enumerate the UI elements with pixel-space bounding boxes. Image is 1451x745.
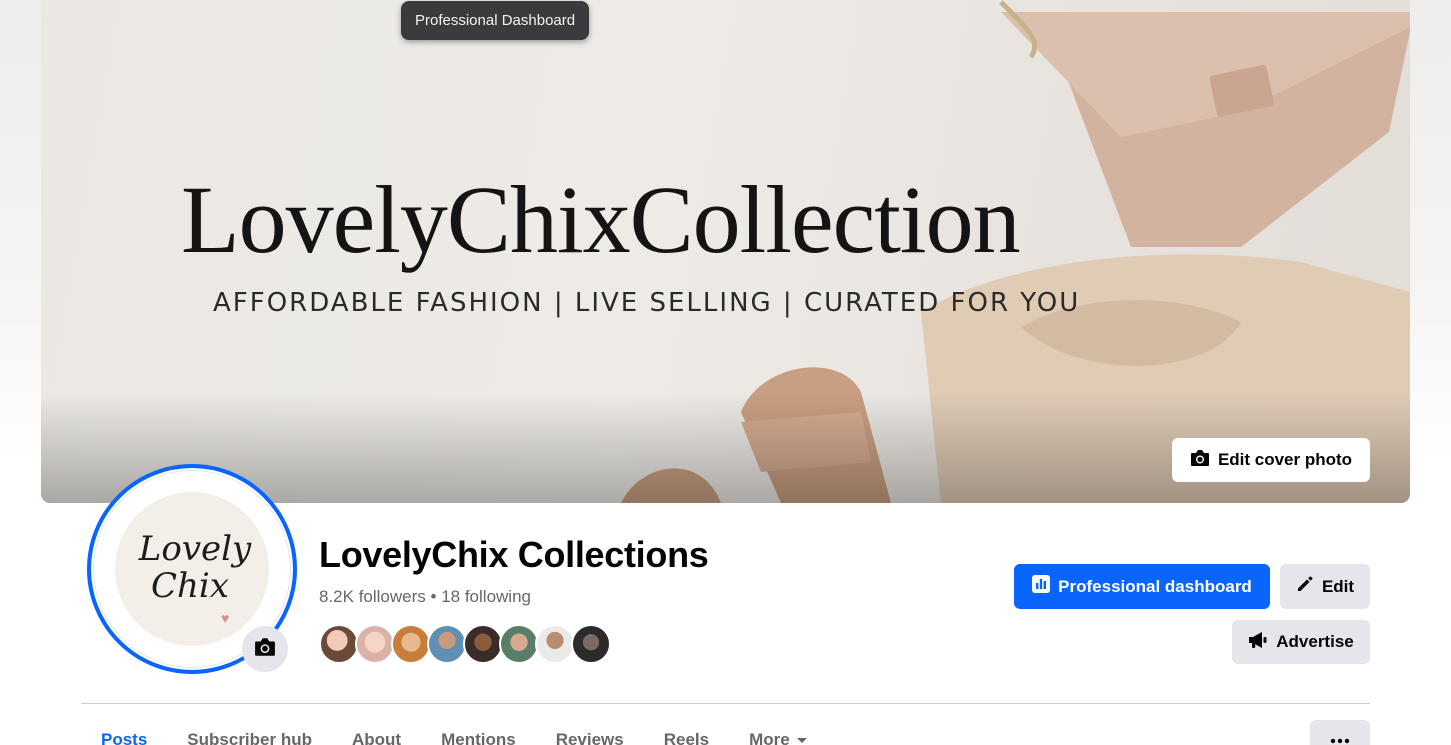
professional-dashboard-button[interactable]: Professional dashboard [1014,564,1270,609]
edit-label: Edit [1321,576,1355,596]
avatar-text-line1: Lovely [138,529,252,569]
follower-avatar[interactable] [427,624,467,664]
edit-cover-label: Edit cover photo [1217,450,1353,469]
follower-avatar[interactable] [391,624,431,664]
advertise-label: Advertise [1276,632,1354,651]
tab-more-label: More [749,730,790,745]
edit-cover-photo-button[interactable]: Edit cover photo [1172,438,1370,482]
page: LovelyChixCollection AFFORDABLE FASHION … [0,0,1451,745]
professional-dashboard-label: Professional dashboard [1058,576,1252,596]
cover-photo[interactable]: LovelyChixCollection AFFORDABLE FASHION … [41,0,1410,503]
ellipsis-icon [1330,731,1350,745]
dashboard-icon [1032,575,1051,598]
avatar: Lovely Chix ♥ [115,492,269,646]
follower-avatar[interactable] [535,624,575,664]
heart-icon: ♥ [221,610,230,626]
tab-about[interactable]: About [332,730,421,745]
camera-icon [1190,449,1210,472]
follower-avatar[interactable] [463,624,503,664]
tab-more[interactable]: More [729,730,828,745]
more-options-button[interactable] [1310,720,1370,745]
avatar-text-line2: Chix [151,566,229,606]
follower-avatar[interactable] [499,624,539,664]
edit-button[interactable]: Edit [1280,564,1370,609]
follow-stats: 8.2K followers • 18 following [319,587,531,607]
advertise-button[interactable]: Advertise [1232,620,1370,664]
follower-avatar[interactable] [355,624,395,664]
follower-avatar[interactable] [571,624,611,664]
tab-posts[interactable]: Posts [81,730,167,745]
follower-avatar[interactable] [319,624,359,664]
profile-divider [81,703,1370,704]
tab-subscriber-hub[interactable]: Subscriber hub [167,730,332,745]
tab-reviews[interactable]: Reviews [536,730,644,745]
followers-link[interactable]: 8.2K followers [319,587,426,606]
update-profile-picture-button[interactable] [242,626,288,672]
tooltip: Professional Dashboard [401,1,590,40]
profile-tabs: Posts Subscriber hub About Mentions Revi… [81,730,828,745]
caret-down-icon [796,730,808,745]
stats-separator: • [430,587,437,606]
following-link[interactable]: 18 following [441,587,531,606]
camera-icon [254,637,276,662]
page-name: LovelyChix Collections [319,534,709,575]
tab-mentions[interactable]: Mentions [421,730,536,745]
megaphone-icon [1248,631,1268,654]
cover-tagline: AFFORDABLE FASHION | LIVE SELLING | CURA… [213,288,1081,318]
cover-title: LovelyChixCollection [181,166,1021,273]
tab-reels[interactable]: Reels [644,730,729,745]
pencil-icon [1296,575,1314,598]
follower-avatars[interactable] [319,624,611,664]
